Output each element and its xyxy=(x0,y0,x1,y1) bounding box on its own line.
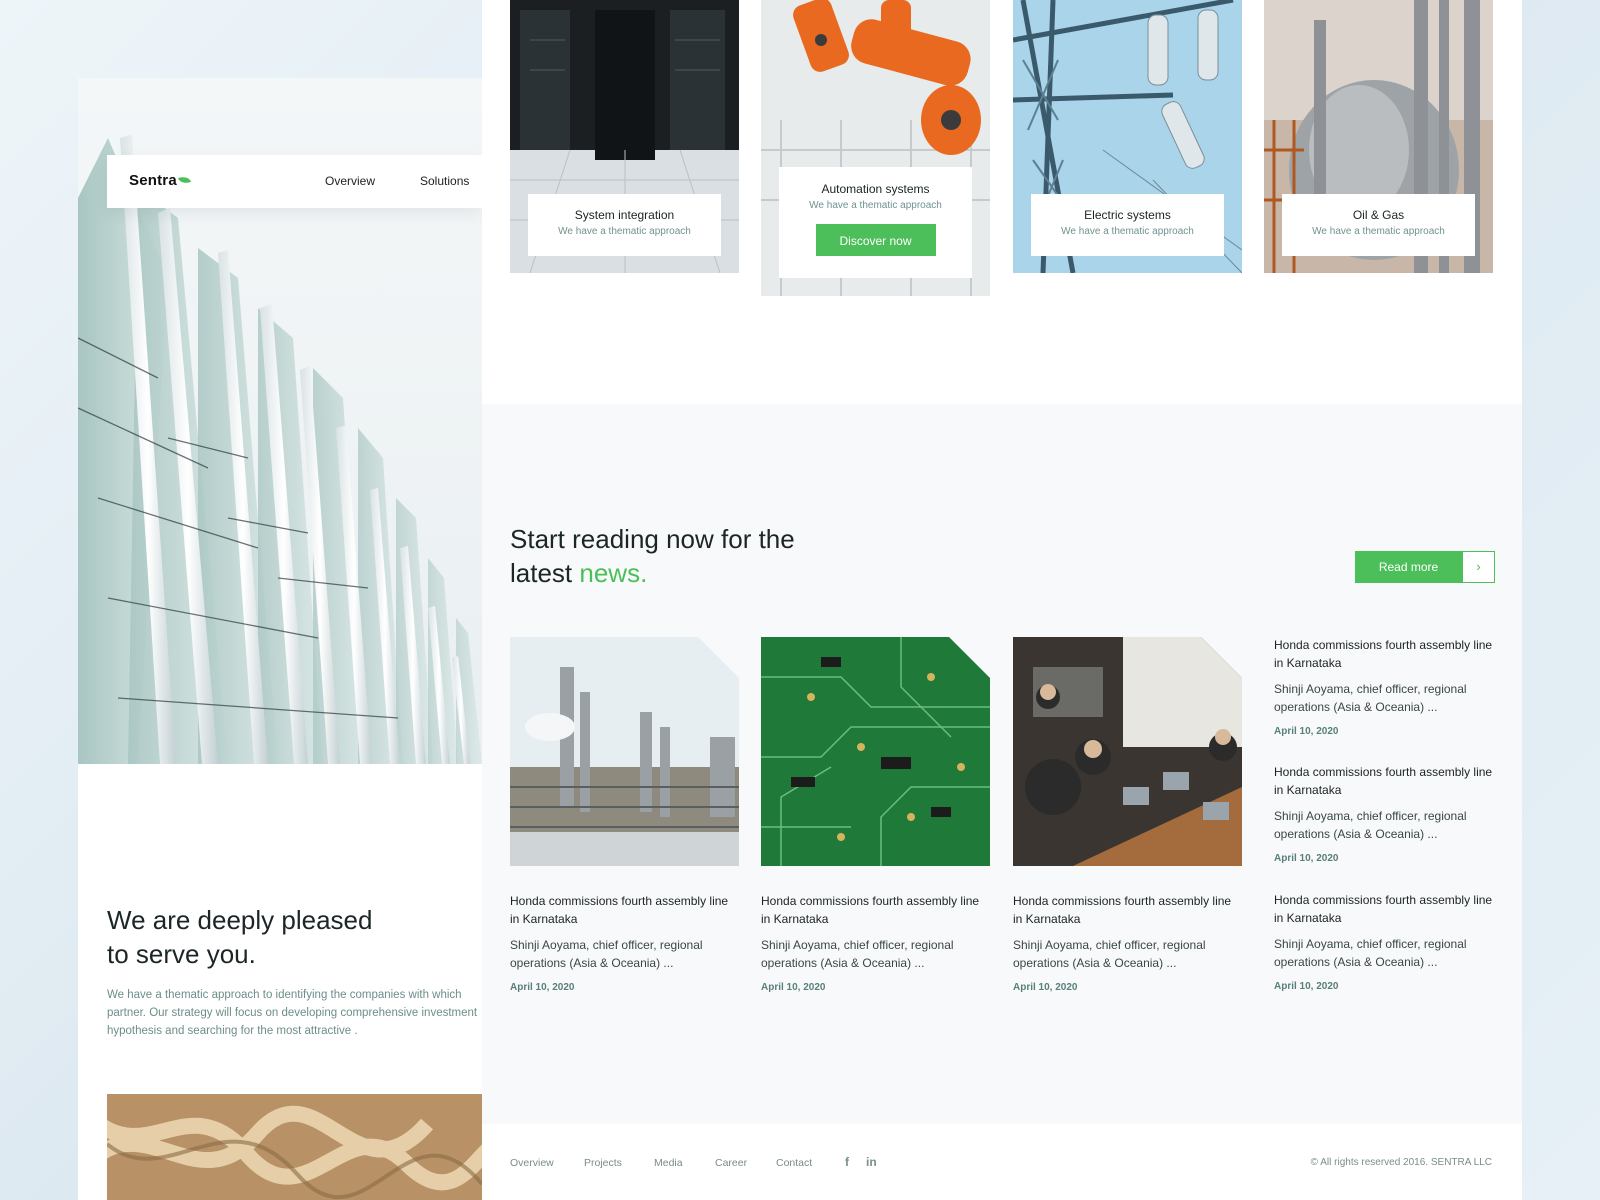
news-text: Honda commissions fourth assembly line i… xyxy=(761,892,990,993)
news-title-text: Start reading now for the latest xyxy=(510,524,795,588)
card-label: Electric systems We have a thematic appr… xyxy=(1031,194,1224,256)
card-title: Oil & Gas xyxy=(1352,208,1405,222)
card-subtitle: We have a thematic approach xyxy=(558,226,691,237)
meeting-room-image xyxy=(1013,637,1242,866)
linkedin-icon[interactable]: in xyxy=(866,1155,877,1169)
card-title: System integration xyxy=(574,208,675,222)
card-title: Electric systems xyxy=(1084,208,1171,222)
card-label-featured: Automation systems We have a thematic ap… xyxy=(779,167,972,278)
news-text: Honda commissions fourth assembly line i… xyxy=(510,892,739,993)
read-more-label: Read more xyxy=(1355,551,1462,583)
right-page: System integration We have a thematic ap… xyxy=(482,0,1522,1200)
news-title-highlight: news. xyxy=(579,558,648,588)
brand-logo[interactable]: Sentra xyxy=(129,172,191,189)
news-description: Shinji Aoyama, chief officer, regional o… xyxy=(1013,938,1206,970)
news-headline[interactable]: Honda commissions fourth assembly line i… xyxy=(1274,636,1503,672)
card-title: Automation systems xyxy=(821,182,930,196)
card-label: System integration We have a thematic ap… xyxy=(528,194,721,256)
card-subtitle: We have a thematic approach xyxy=(1312,226,1445,237)
news-description: Shinji Aoyama, chief officer, regional o… xyxy=(1274,682,1467,714)
wood-structure-image xyxy=(107,1094,482,1200)
news-headline[interactable]: Honda commissions fourth assembly line i… xyxy=(1274,891,1503,927)
news-date: April 10, 2020 xyxy=(510,982,575,993)
solution-card-system-integration[interactable]: System integration We have a thematic ap… xyxy=(510,0,739,273)
news-list-item[interactable]: Honda commissions fourth assembly line i… xyxy=(1274,891,1503,992)
leaf-icon xyxy=(177,174,191,186)
news-description: Shinji Aoyama, chief officer, regional o… xyxy=(1274,937,1467,969)
discover-now-button[interactable]: Discover now xyxy=(815,224,936,256)
news-headline[interactable]: Honda commissions fourth assembly line i… xyxy=(510,892,739,928)
news-date: April 10, 2020 xyxy=(1013,982,1078,993)
news-description: Shinji Aoyama, chief officer, regional o… xyxy=(510,938,703,970)
nav-overview[interactable]: Overview xyxy=(325,174,375,188)
news-list-item[interactable]: Honda commissions fourth assembly line i… xyxy=(1274,636,1503,737)
card-label: Oil & Gas We have a thematic approach xyxy=(1282,194,1475,256)
news-description: Shinji Aoyama, chief officer, regional o… xyxy=(1274,809,1467,841)
intro-text: We have a thematic approach to identifyi… xyxy=(107,989,478,1037)
news-list-item[interactable]: Honda commissions fourth assembly line i… xyxy=(1274,763,1503,864)
solution-card-oil-gas[interactable]: Oil & Gas We have a thematic approach xyxy=(1264,0,1493,273)
chevron-right-icon: › xyxy=(1462,551,1495,583)
intro-title-line2: to serve you. xyxy=(107,939,256,969)
intro-title: We are deeply pleased to serve you. xyxy=(107,903,427,971)
news-headline[interactable]: Honda commissions fourth assembly line i… xyxy=(761,892,990,928)
footer-link-contact[interactable]: Contact xyxy=(776,1157,812,1169)
solution-card-electric-systems[interactable]: Electric systems We have a thematic appr… xyxy=(1013,0,1242,273)
brand-name: Sentra xyxy=(129,172,177,189)
hero-architecture-image: Sentra Overview Solutions xyxy=(78,78,482,764)
intro-title-line1: We are deeply pleased xyxy=(107,905,373,935)
read-more-button[interactable]: Read more › xyxy=(1355,551,1495,583)
news-text: Honda commissions fourth assembly line i… xyxy=(1013,892,1242,993)
news-description: Shinji Aoyama, chief officer, regional o… xyxy=(761,938,954,970)
circuit-board-image xyxy=(761,637,990,866)
footer-link-overview[interactable]: Overview xyxy=(510,1157,554,1169)
news-headline[interactable]: Honda commissions fourth assembly line i… xyxy=(1013,892,1242,928)
footer-link-media[interactable]: Media xyxy=(654,1157,683,1169)
nav-solutions[interactable]: Solutions xyxy=(420,174,469,188)
card-subtitle: We have a thematic approach xyxy=(1061,226,1194,237)
footer: Overview Projects Media Career Contact f… xyxy=(482,1124,1522,1200)
refinery-image xyxy=(510,637,739,866)
copyright-text: © All rights reserved 2016. SENTRA LLC xyxy=(1310,1157,1492,1168)
solution-card-automation-systems[interactable]: Automation systems We have a thematic ap… xyxy=(761,0,990,296)
news-date: April 10, 2020 xyxy=(1274,981,1339,992)
footer-link-projects[interactable]: Projects xyxy=(584,1157,622,1169)
left-page: Sentra Overview Solutions We are deeply … xyxy=(78,78,482,1200)
news-title: Start reading now for the latest news. xyxy=(510,522,830,590)
news-date: April 10, 2020 xyxy=(1274,853,1339,864)
news-date: April 10, 2020 xyxy=(761,982,826,993)
footer-link-career[interactable]: Career xyxy=(715,1157,747,1169)
news-section: Start reading now for the latest news. R… xyxy=(482,404,1522,1124)
facebook-icon[interactable]: f xyxy=(845,1155,849,1169)
news-date: April 10, 2020 xyxy=(1274,726,1339,737)
navbar: Sentra Overview Solutions xyxy=(107,155,482,208)
card-subtitle: We have a thematic approach xyxy=(809,200,942,211)
news-headline[interactable]: Honda commissions fourth assembly line i… xyxy=(1274,763,1503,799)
